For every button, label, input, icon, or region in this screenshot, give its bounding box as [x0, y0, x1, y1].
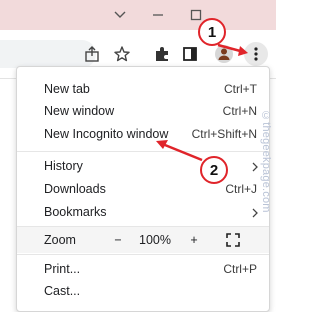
annotation-arrow-2 — [159, 141, 203, 162]
annotation-badge-label: 1 — [207, 23, 217, 41]
annotation-overlay — [156, 43, 248, 162]
annotation-badge-label: 2 — [209, 161, 219, 179]
annotation-badge-2: 2 — [200, 156, 228, 184]
annotation-badge-1: 1 — [198, 18, 226, 46]
arrow-head-icon — [238, 46, 248, 56]
